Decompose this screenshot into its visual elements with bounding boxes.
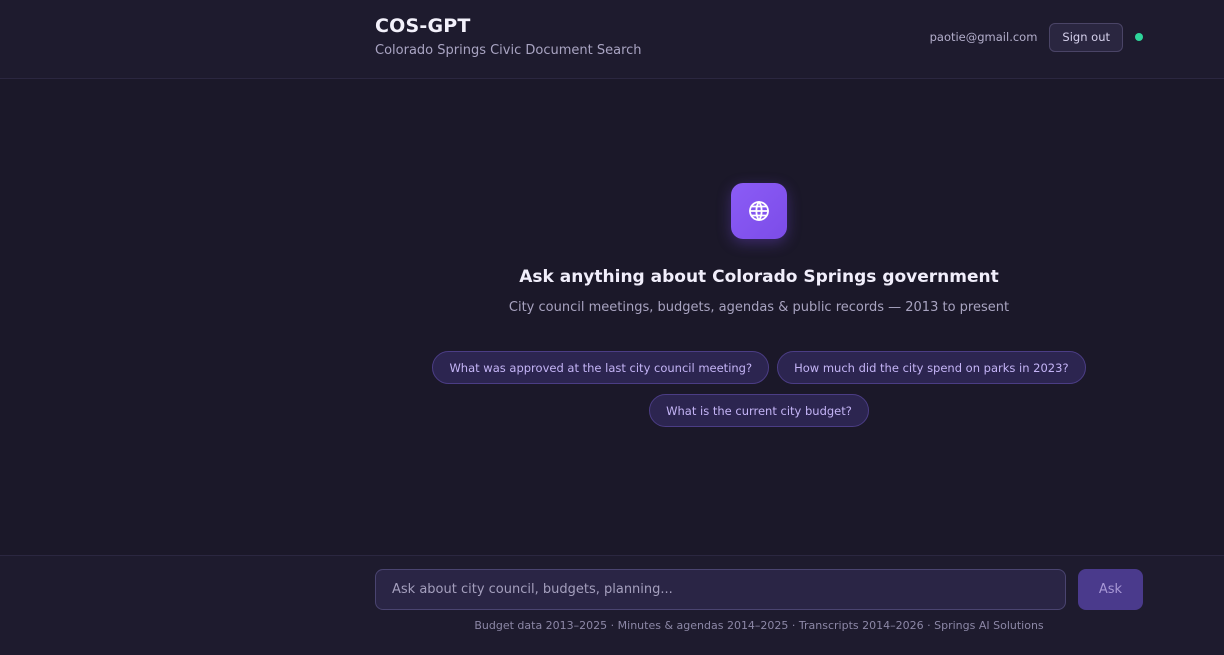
question-input[interactable] xyxy=(375,569,1066,610)
app-subtitle: Colorado Springs Civic Document Search xyxy=(375,43,642,58)
suggestion-chip-city-budget[interactable]: What is the current city budget? xyxy=(649,394,869,427)
empty-state: Ask anything about Colorado Springs gove… xyxy=(375,183,1143,317)
empty-state-subtitle: City council meetings, budgets, agendas … xyxy=(508,300,1010,315)
suggestion-chip-council-meeting[interactable]: What was approved at the last city counc… xyxy=(432,351,770,384)
globe-icon xyxy=(731,183,787,239)
brand: COS-GPT Colorado Springs Civic Document … xyxy=(375,14,642,59)
data-coverage-note: Budget data 2013–2025 · Minutes & agenda… xyxy=(474,619,1044,632)
suggested-questions: What was approved at the last city counc… xyxy=(375,351,1143,427)
suggestion-chip-parks-spending[interactable]: How much did the city spend on parks in … xyxy=(777,351,1086,384)
app-title: COS-GPT xyxy=(375,15,471,37)
sign-out-button[interactable]: Sign out xyxy=(1049,22,1123,52)
ask-button[interactable]: Ask xyxy=(1078,569,1143,610)
app-header: COS-GPT Colorado Springs Civic Document … xyxy=(0,0,1224,79)
empty-state-title: Ask anything about Colorado Springs gove… xyxy=(519,267,999,287)
account-area: paotie@gmail.com Sign out xyxy=(930,22,1143,52)
online-status-icon xyxy=(1135,33,1143,41)
user-email: paotie@gmail.com xyxy=(929,30,1038,44)
composer-bar: Ask Budget data 2013–2025 · Minutes & ag… xyxy=(0,555,1224,655)
